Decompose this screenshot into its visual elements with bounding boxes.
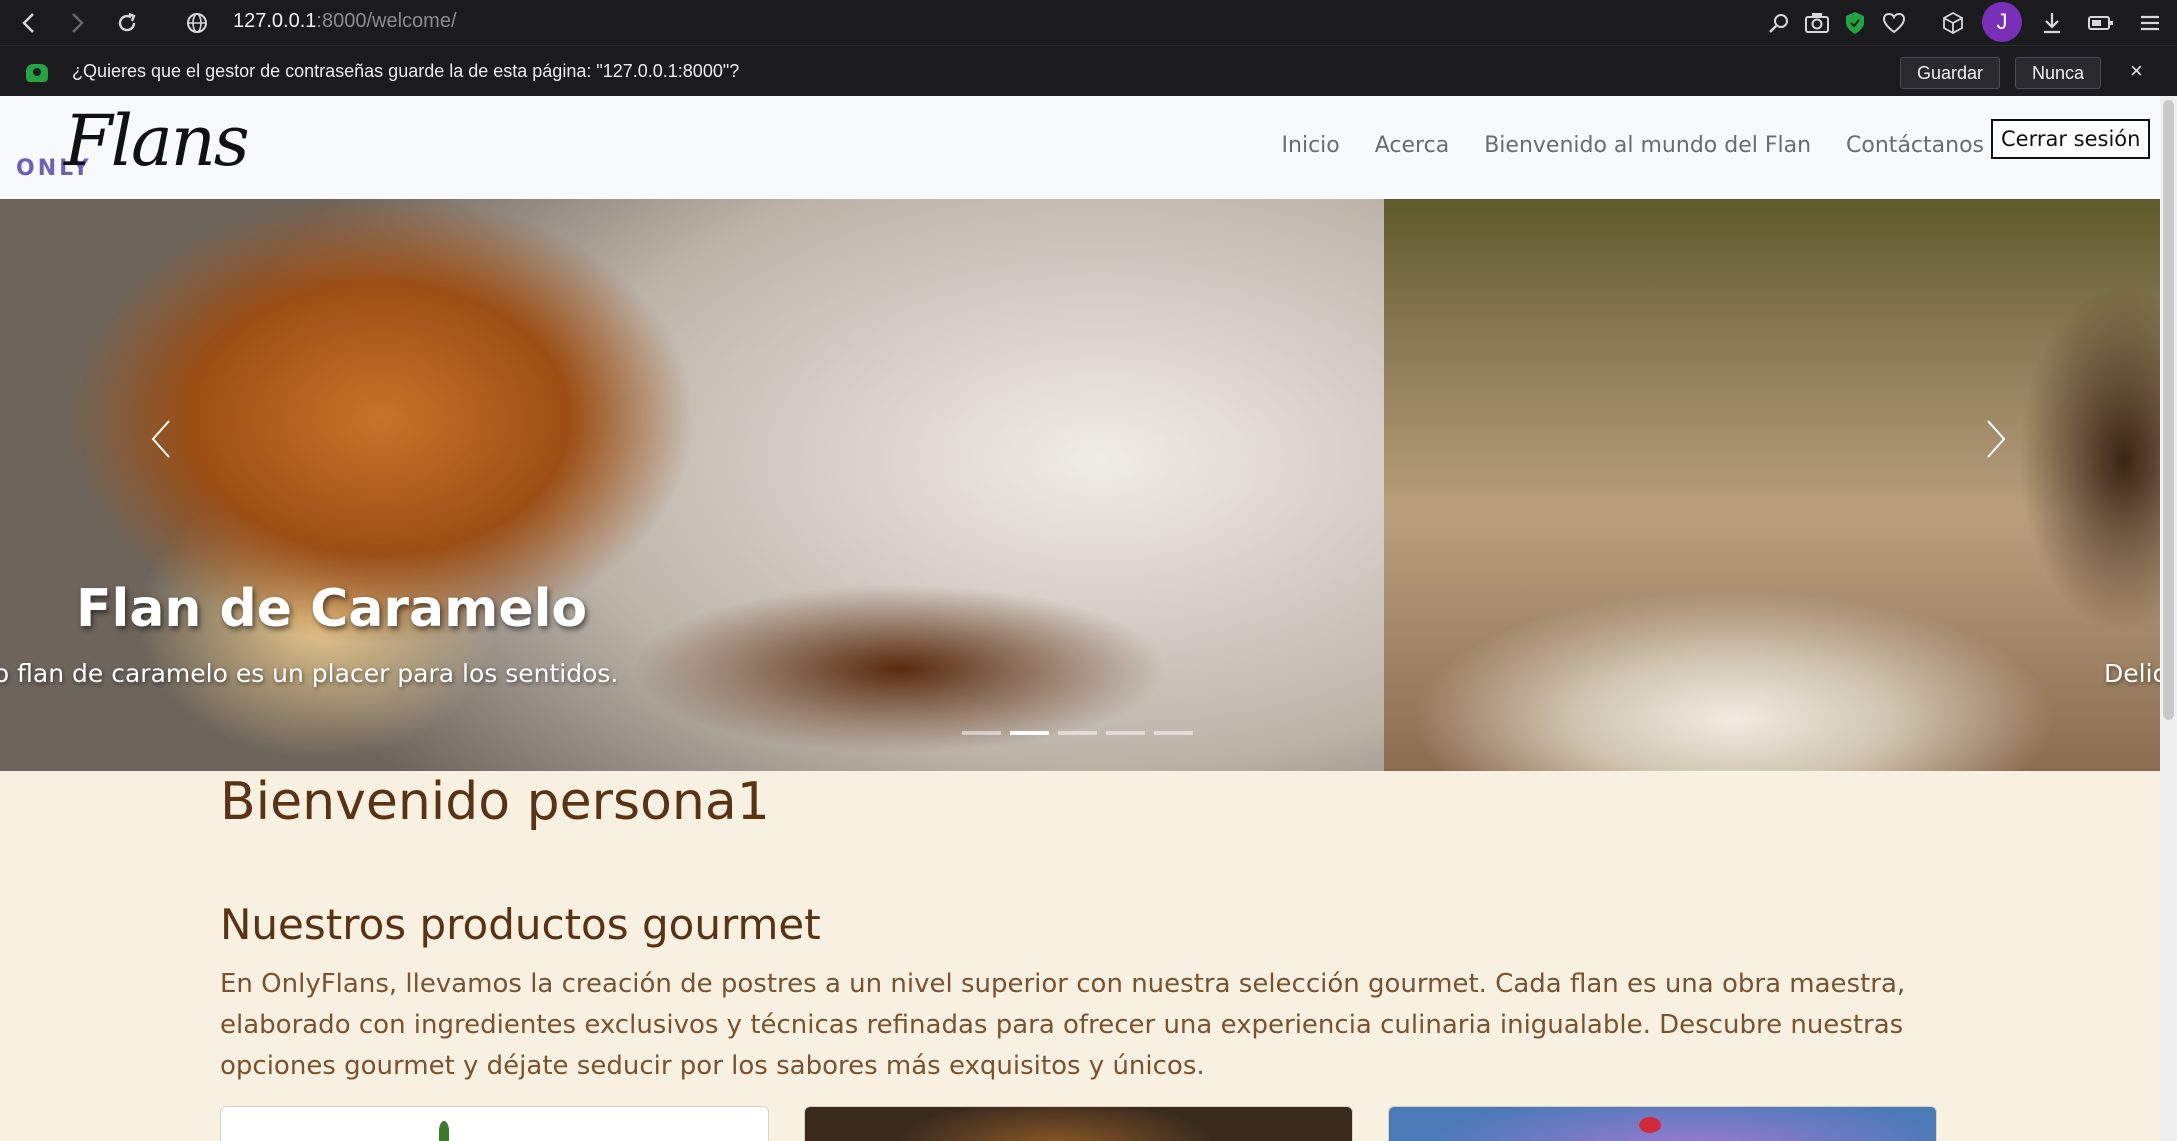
carousel-slide-next	[1384, 199, 2160, 771]
box-icon[interactable]	[1936, 6, 1970, 40]
carousel-indicator[interactable]	[962, 731, 1001, 735]
product-image	[439, 1121, 449, 1141]
scrollbar-thumb[interactable]	[2163, 100, 2174, 720]
heart-icon[interactable]	[1877, 6, 1911, 40]
carousel-indicator[interactable]	[1106, 731, 1145, 735]
product-image	[1639, 1117, 1661, 1133]
nav-link-bienvenido[interactable]: Bienvenido al mundo del Flan	[1484, 133, 1811, 158]
carousel-caption-text: estro flan de caramelo es un placer para…	[0, 659, 619, 688]
carousel-next-caption-text: Delic	[2104, 659, 2160, 688]
download-icon[interactable]	[2035, 6, 2069, 40]
carousel-next-icon[interactable]	[1966, 409, 2026, 469]
nav-links: Inicio Acerca Bienvenido al mundo del Fl…	[1247, 133, 1984, 158]
site-navbar: ONLY Flans Inicio Acerca Bienvenido al m…	[0, 96, 2160, 199]
menu-icon[interactable]	[2133, 6, 2167, 40]
nav-link-acerca[interactable]: Acerca	[1375, 133, 1449, 158]
password-key-icon	[26, 64, 48, 82]
save-password-button[interactable]: Guardar	[1900, 57, 2001, 89]
password-save-bar: ¿Quieres que el gestor de contraseñas gu…	[0, 45, 2177, 96]
carousel-indicators	[962, 731, 1193, 735]
browser-toolbar: 127.0.0.1:8000/welcome/ J	[0, 0, 2177, 45]
gourmet-section-title: Nuestros productos gourmet	[220, 900, 821, 949]
forward-icon[interactable]	[60, 6, 94, 40]
url-host: 127.0.0.1	[233, 10, 317, 32]
onlyflans-logo[interactable]: ONLY Flans	[16, 100, 256, 186]
gourmet-section-text: En OnlyFlans, llevamos la creación de po…	[220, 969, 1906, 1081]
reload-icon[interactable]	[110, 6, 144, 40]
welcome-heading: Bienvenido persona1	[220, 772, 770, 832]
back-icon[interactable]	[12, 6, 46, 40]
product-card[interactable]	[220, 1106, 769, 1141]
logout-button[interactable]: Cerrar sesión	[1991, 119, 2151, 159]
carousel-indicator[interactable]	[1154, 731, 1193, 735]
carousel-caption-title: Flan de Caramelo	[76, 579, 588, 639]
carousel-prev-icon[interactable]	[131, 409, 191, 469]
url-path: :8000/welcome/	[316, 10, 457, 32]
product-card[interactable]	[1388, 1106, 1937, 1141]
address-bar[interactable]: 127.0.0.1:8000/welcome/	[233, 10, 457, 33]
zoom-search-icon[interactable]	[1762, 6, 1796, 40]
logo-flans-text: Flans	[64, 100, 250, 182]
shield-icon[interactable]	[1838, 6, 1872, 40]
nav-link-inicio[interactable]: Inicio	[1282, 133, 1340, 158]
never-save-button[interactable]: Nunca	[2015, 57, 2102, 89]
globe-icon[interactable]	[180, 6, 214, 40]
carousel-indicator[interactable]	[1058, 731, 1097, 735]
carousel-indicator-active[interactable]	[1010, 731, 1049, 735]
product-card[interactable]	[804, 1106, 1353, 1141]
camera-icon[interactable]	[1800, 6, 1834, 40]
battery-icon[interactable]	[2084, 6, 2118, 40]
profile-avatar[interactable]: J	[1982, 2, 2022, 42]
hero-carousel: Flan de Caramelo estro flan de caramelo …	[0, 199, 2160, 771]
close-icon[interactable]: ×	[2130, 58, 2143, 84]
nav-link-contactanos[interactable]: Contáctanos	[1846, 133, 1984, 158]
password-save-prompt: ¿Quieres que el gestor de contraseñas gu…	[72, 61, 740, 81]
